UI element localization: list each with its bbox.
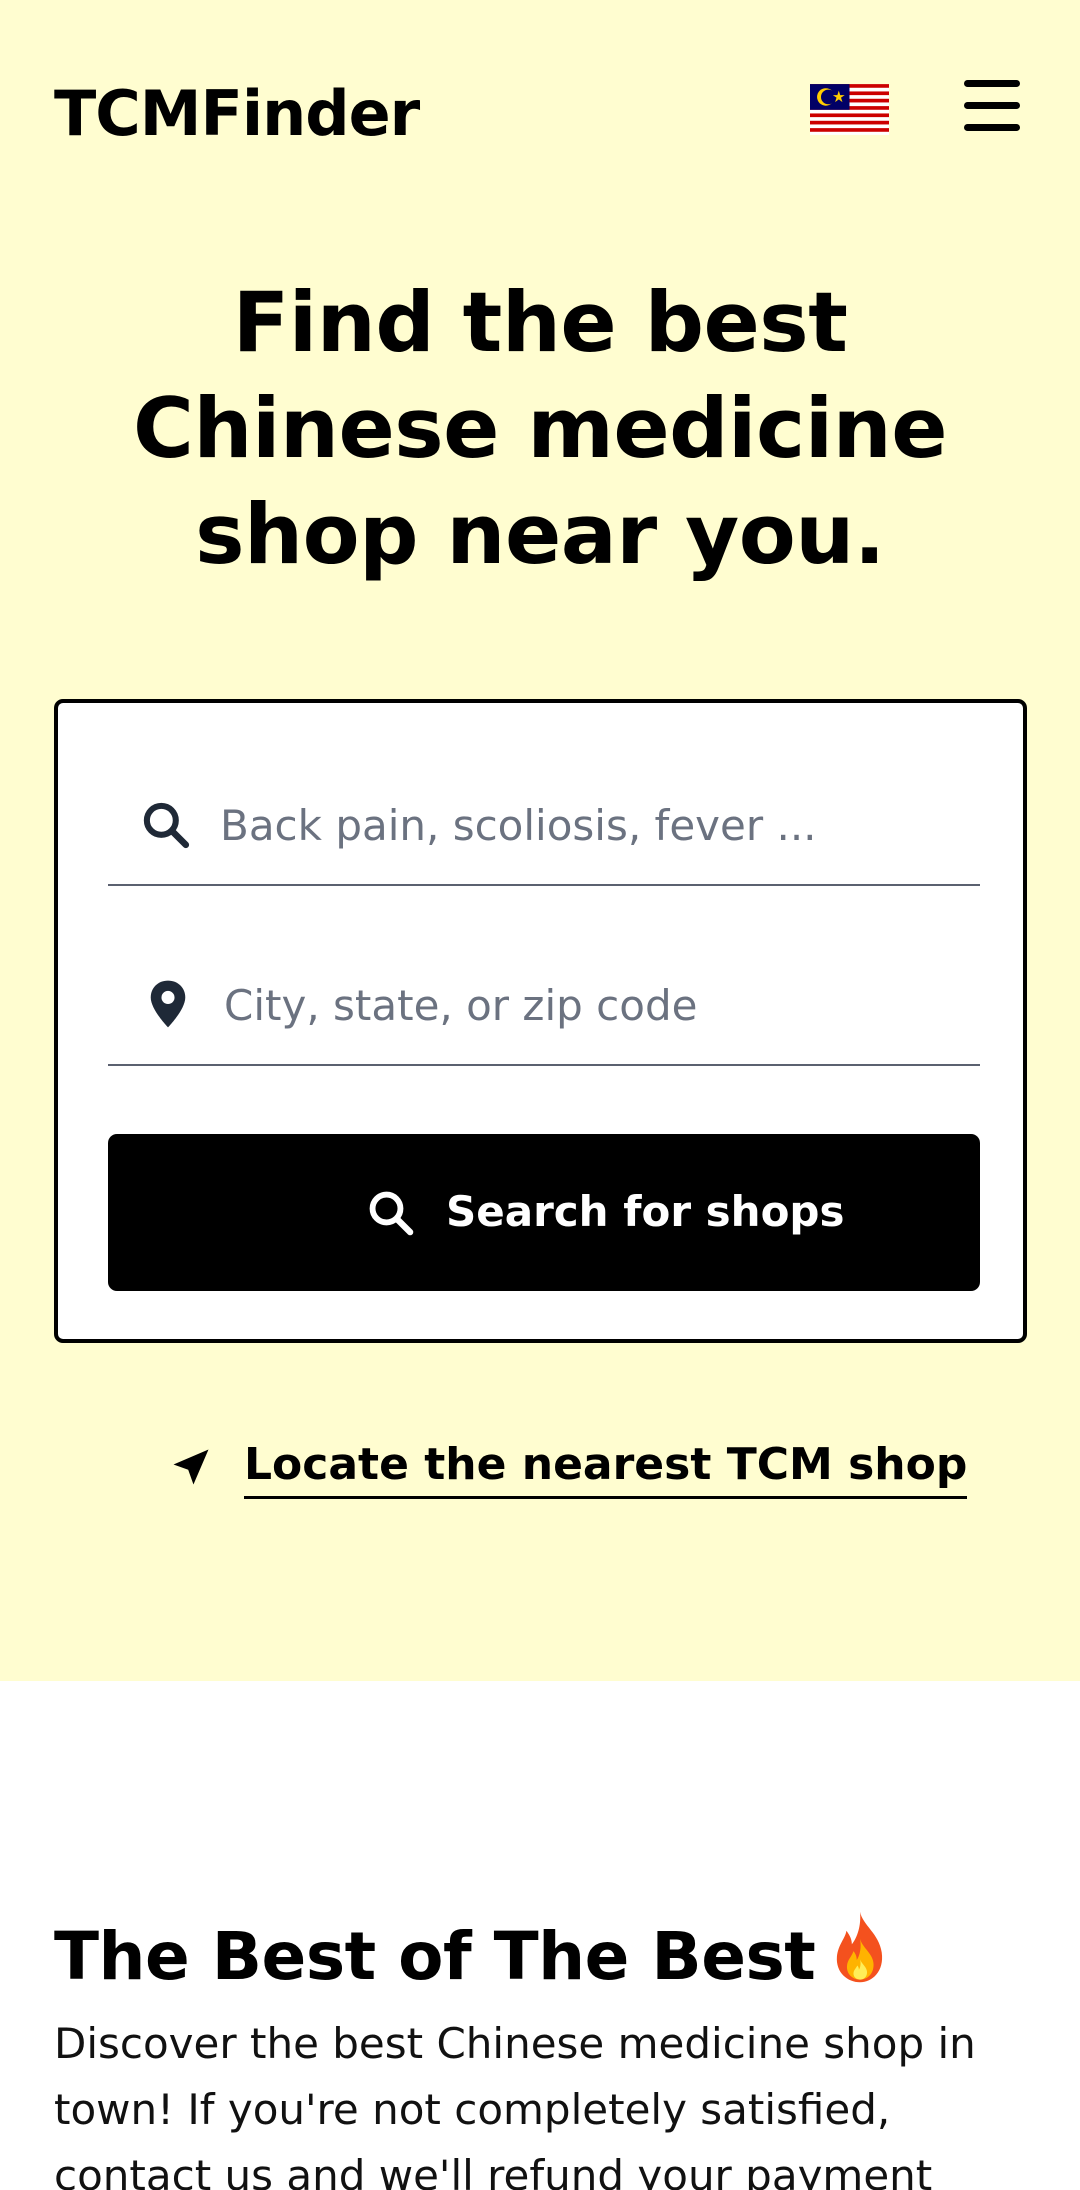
menu-bar xyxy=(964,80,1020,87)
section-title: The Best of The Best xyxy=(54,1909,893,1999)
search-icon xyxy=(369,1191,414,1236)
malaysia-flag-icon[interactable] xyxy=(810,84,889,135)
best-of-best-section: The Best of The Best Discover the best C… xyxy=(0,1681,1080,2190)
fire-icon xyxy=(837,1911,883,1983)
section-description: Discover the best Chinese medicine shop … xyxy=(54,2019,976,2190)
location-search-field[interactable] xyxy=(108,948,980,1066)
search-for-shops-button[interactable]: Search for shops xyxy=(108,1134,980,1291)
menu-bar xyxy=(964,124,1020,131)
search-icon xyxy=(143,802,190,849)
site-header: TCMFinder xyxy=(0,0,1080,224)
locate-link-label: Locate the nearest TCM shop xyxy=(244,1436,968,1499)
site-logo[interactable]: TCMFinder xyxy=(54,70,420,158)
hero-headline: Find the best Chinese medicine shop near… xyxy=(132,274,948,583)
location-arrow-icon xyxy=(173,1449,209,1485)
hero-section: TCMFinder Find the best Chinese medicine… xyxy=(0,0,1080,1681)
section-title-text: The Best of The Best xyxy=(54,1918,816,1995)
hamburger-menu-icon[interactable] xyxy=(962,78,1022,134)
search-button-label: Search for shops xyxy=(446,1187,845,1236)
map-pin-icon xyxy=(150,980,186,1028)
location-search-input[interactable] xyxy=(224,948,964,1064)
condition-search-field[interactable] xyxy=(108,773,980,886)
search-form: Search for shops xyxy=(54,699,1027,1343)
condition-search-input[interactable] xyxy=(220,773,960,884)
menu-bar xyxy=(964,102,1020,109)
